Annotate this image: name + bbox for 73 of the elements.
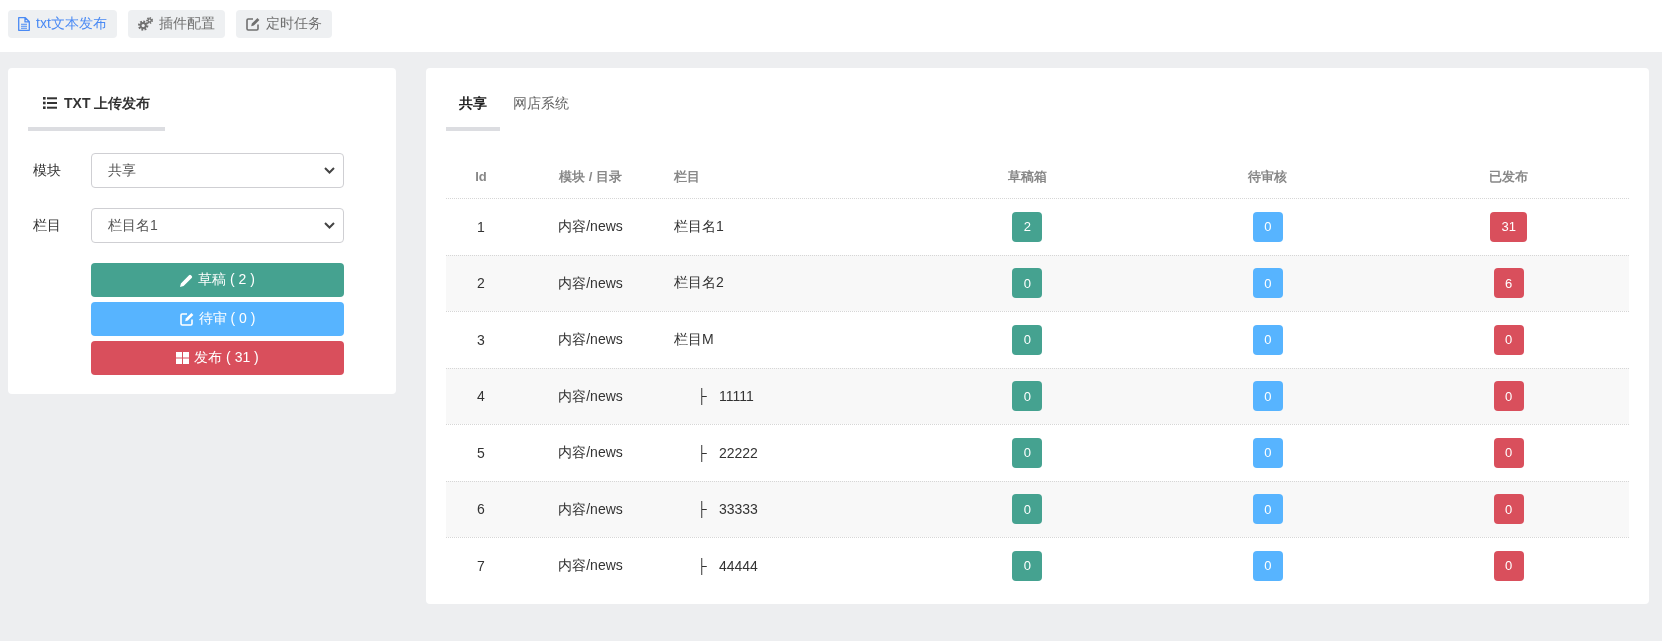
tab[interactable]: 共享: [446, 88, 500, 131]
table-cell: 33333: [718, 501, 758, 518]
pencil-icon: [180, 273, 194, 287]
count-badge: 0: [1493, 550, 1524, 581]
grid-icon: [176, 352, 190, 364]
chevron-down-icon: [324, 167, 335, 174]
column-header: 栏目: [674, 168, 700, 184]
table-cell: 内容/news: [558, 557, 623, 574]
document-icon: [18, 17, 30, 31]
chevron-down-icon: [324, 222, 335, 229]
count-badge: 0: [1012, 324, 1043, 355]
publish-button[interactable]: 发布 ( 31 ): [91, 341, 344, 375]
select-field[interactable]: 共享: [91, 153, 344, 188]
count-badge: 0: [1253, 550, 1283, 581]
count-badge: 0: [1253, 211, 1283, 242]
count-badge: 0: [1493, 494, 1524, 525]
table-cell: 栏目名1: [674, 217, 724, 236]
column-header: 模块 / 目录: [559, 168, 622, 184]
tree-branch-glyph: ├: [697, 501, 707, 518]
count-badge: 0: [1253, 437, 1283, 468]
count-badge: 0: [1012, 437, 1043, 468]
table-cell: 7: [477, 557, 485, 574]
table-cell: 2: [477, 275, 485, 292]
table-cell: 3: [477, 331, 485, 348]
nav-tab[interactable]: txt文本发布: [8, 10, 117, 38]
count-badge: 0: [1253, 381, 1283, 412]
table-cell: 内容/news: [558, 500, 623, 517]
count-badge: 0: [1493, 324, 1524, 355]
select-field[interactable]: 栏目名1: [91, 208, 344, 243]
table-cell: 内容/news: [558, 274, 623, 291]
count-badge: 6: [1493, 268, 1524, 299]
table-cell: 栏目名2: [674, 274, 724, 293]
tree-branch-glyph: ├: [697, 444, 707, 461]
tree-branch-glyph: ├: [697, 557, 707, 574]
column-header: Id: [475, 169, 487, 184]
table-cell: 44444: [718, 557, 758, 574]
count-badge: 0: [1253, 324, 1283, 355]
count-badge: 2: [1012, 211, 1043, 242]
table-cell: 4: [477, 388, 485, 405]
list-icon: [43, 97, 57, 109]
table-cell: 6: [477, 501, 485, 518]
nav-tab[interactable]: 定时任务: [235, 10, 332, 38]
count-badge: 0: [1012, 550, 1043, 581]
draft-button[interactable]: 草稿 ( 2 ): [91, 263, 344, 297]
table-cell: 11111: [718, 388, 754, 405]
table-cell: 22222: [718, 444, 758, 461]
table-cell: 内容/news: [558, 387, 623, 404]
count-badge: 31: [1490, 211, 1527, 242]
column-header: 草稿箱: [1007, 168, 1047, 184]
tree-branch-glyph: ├: [697, 388, 707, 405]
field-label: 模块: [33, 161, 61, 178]
table-cell: 内容/news: [558, 331, 623, 348]
column-header: 待审核: [1248, 168, 1288, 184]
column-header: 已发布: [1489, 168, 1529, 184]
count-badge: 0: [1012, 381, 1043, 412]
edit-icon: [179, 312, 194, 326]
count-badge: 0: [1253, 268, 1283, 299]
table-cell: 1: [477, 218, 485, 235]
table-cell: 栏目M: [674, 330, 714, 349]
edit-icon: [245, 17, 260, 31]
panel-title-text: TXT 上传发布: [64, 94, 151, 113]
nav-tab[interactable]: 插件配置: [127, 10, 225, 38]
count-badge: 0: [1493, 381, 1524, 412]
table-cell: 5: [477, 444, 485, 461]
gears-icon: [137, 17, 153, 31]
count-badge: 0: [1012, 268, 1043, 299]
field-label: 栏目: [33, 216, 61, 233]
table-cell: 内容/news: [558, 444, 623, 461]
table-cell: 内容/news: [558, 218, 623, 235]
count-badge: 0: [1253, 494, 1283, 525]
tab[interactable]: 网店系统: [500, 88, 582, 131]
count-badge: 0: [1012, 494, 1043, 525]
count-badge: 0: [1493, 437, 1524, 468]
